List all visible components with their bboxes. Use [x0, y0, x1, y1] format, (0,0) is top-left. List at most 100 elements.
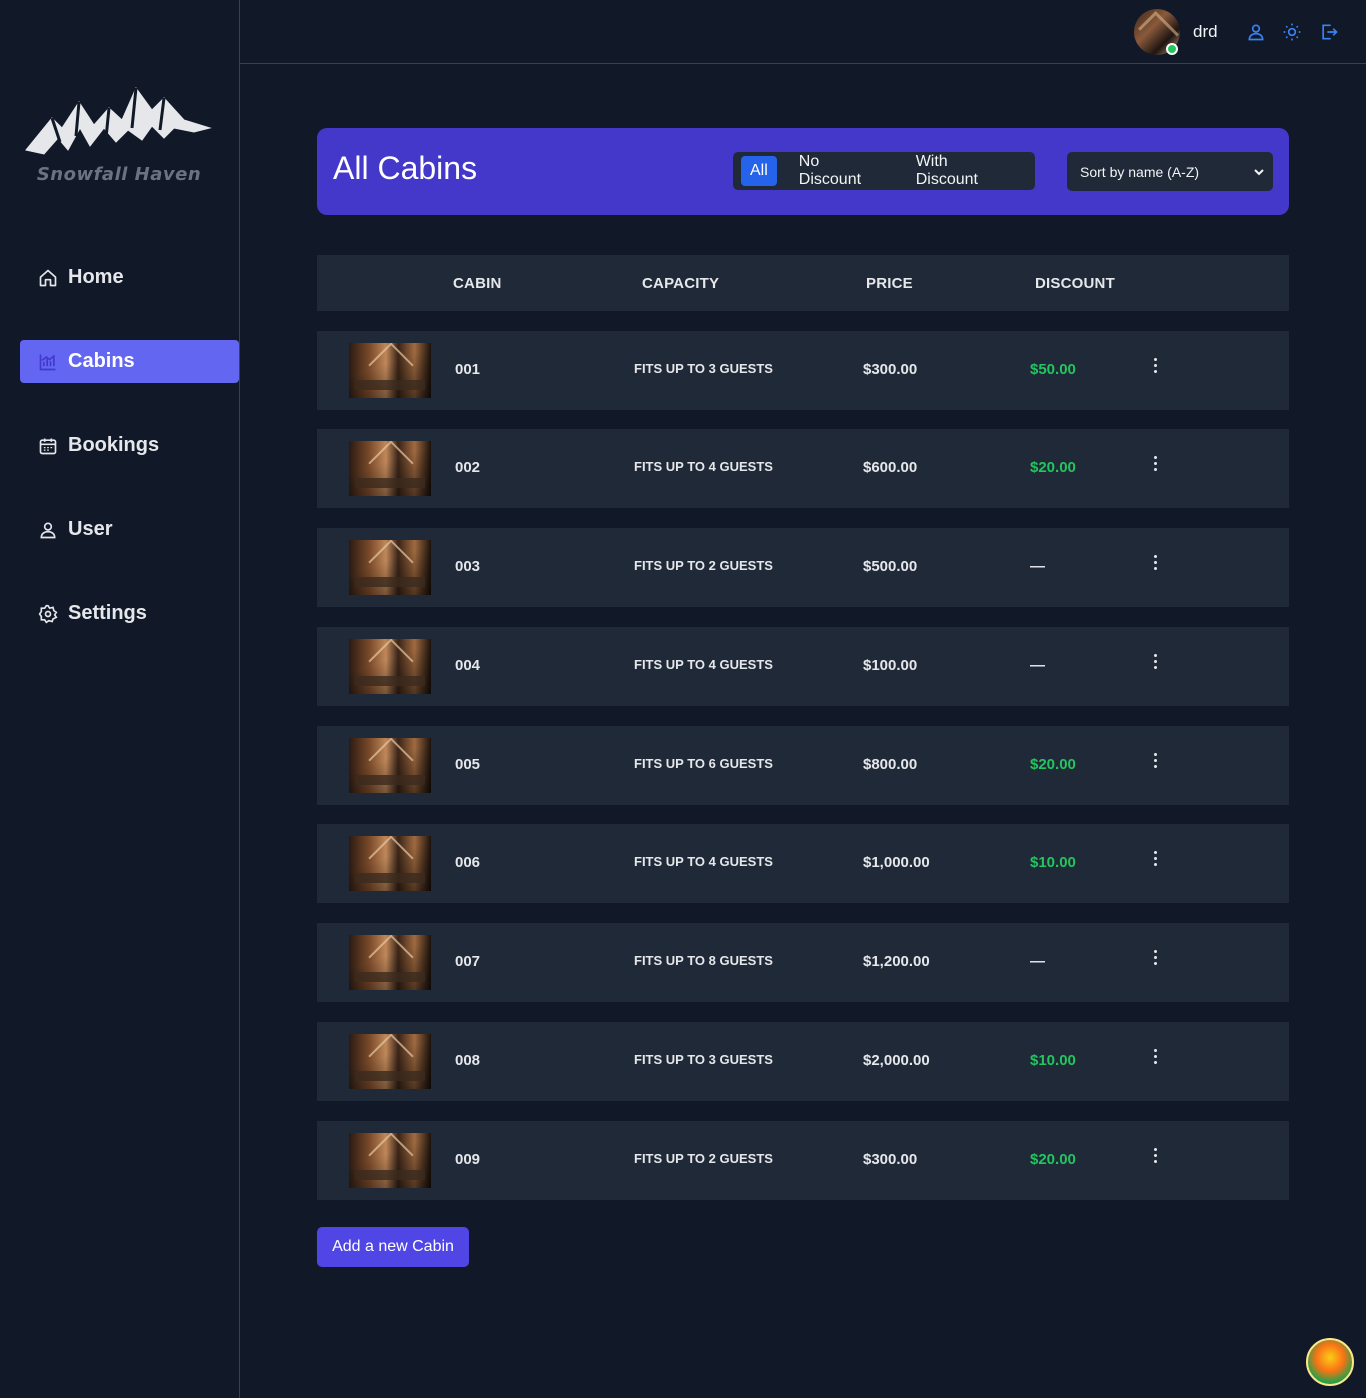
user-icon[interactable]: [1246, 22, 1266, 42]
avatar[interactable]: [1134, 9, 1180, 55]
cabin-name: 006: [455, 854, 481, 871]
floating-app-badge-icon[interactable]: [1306, 1338, 1354, 1386]
cabin-capacity: FITS UP TO 4 GUESTS: [634, 459, 773, 474]
column-header-discount[interactable]: DISCOUNT: [1035, 275, 1115, 292]
row-menu-icon[interactable]: [1152, 654, 1158, 674]
cabin-discount: —: [1030, 558, 1045, 575]
cabin-capacity: FITS UP TO 4 GUESTS: [634, 657, 773, 672]
table-row: 007 FITS UP TO 8 GUESTS $1,200.00 —: [317, 923, 1289, 1002]
cabin-name: 007: [455, 953, 481, 970]
filter-no-discount-button[interactable]: No Discount: [790, 153, 894, 188]
cabin-thumbnail: [349, 1133, 431, 1188]
cabin-thumbnail: [349, 639, 431, 694]
chevron-down-icon: [1253, 165, 1265, 177]
discount-filter: All No Discount With Discount: [733, 152, 1035, 190]
row-menu-icon[interactable]: [1152, 358, 1158, 378]
cabin-price: $1,200.00: [863, 953, 930, 970]
cabin-capacity: FITS UP TO 3 GUESTS: [634, 1052, 773, 1067]
row-menu-icon[interactable]: [1152, 950, 1158, 970]
cabin-thumbnail: [349, 1034, 431, 1089]
row-menu-icon[interactable]: [1152, 1049, 1158, 1069]
cabin-price: $800.00: [863, 756, 918, 773]
cabin-price: $100.00: [863, 657, 918, 674]
sidebar-item-label: Settings: [68, 602, 147, 624]
cabin-price: $500.00: [863, 558, 918, 575]
table-row: 009 FITS UP TO 2 GUESTS $300.00 $20.00: [317, 1121, 1289, 1200]
column-header-capacity[interactable]: CAPACITY: [642, 275, 719, 292]
cabin-discount: $10.00: [1030, 1052, 1076, 1069]
cabin-name: 008: [455, 1052, 481, 1069]
gear-icon: [38, 604, 58, 624]
cabin-discount: —: [1030, 953, 1045, 970]
cabin-discount: $20.00: [1030, 459, 1076, 476]
row-menu-icon[interactable]: [1152, 851, 1158, 871]
column-header-price[interactable]: PRICE: [866, 275, 913, 292]
table-header: CABIN CAPACITY PRICE DISCOUNT: [317, 255, 1289, 311]
cabin-thumbnail: [349, 935, 431, 990]
sort-select[interactable]: Sort by name (A-Z): [1067, 152, 1273, 191]
sidebar-item-label: Home: [68, 266, 124, 288]
sort-select-value: Sort by name (A-Z): [1080, 163, 1200, 180]
table-row: 006 FITS UP TO 4 GUESTS $1,000.00 $10.00: [317, 824, 1289, 903]
sun-icon[interactable]: [1282, 22, 1302, 42]
column-header-cabin[interactable]: CABIN: [453, 275, 502, 292]
cabin-thumbnail: [349, 343, 431, 398]
logout-icon[interactable]: [1319, 22, 1339, 42]
sidebar: Snowfall Haven Home Cabins Bookings User: [0, 0, 240, 1398]
row-menu-icon[interactable]: [1152, 456, 1158, 476]
sidebar-nav: Home Cabins Bookings User Settings: [20, 256, 239, 676]
cabin-name: 005: [455, 756, 481, 773]
brand-logo[interactable]: Snowfall Haven: [24, 80, 214, 190]
sidebar-item-user[interactable]: User: [20, 508, 239, 551]
sidebar-item-home[interactable]: Home: [20, 256, 239, 299]
calendar-icon: [38, 436, 58, 456]
cabin-thumbnail: [349, 540, 431, 595]
home-icon: [38, 268, 58, 288]
cabin-price: $600.00: [863, 459, 918, 476]
row-menu-icon[interactable]: [1152, 555, 1158, 575]
row-menu-icon[interactable]: [1152, 753, 1158, 773]
cabin-name: 004: [455, 657, 481, 674]
chart-icon: [38, 352, 58, 372]
sidebar-item-label: User: [68, 518, 113, 540]
cabin-capacity: FITS UP TO 3 GUESTS: [634, 361, 773, 376]
page-title: All Cabins: [333, 150, 478, 186]
cabin-price: $2,000.00: [863, 1052, 930, 1069]
username: drd: [1193, 22, 1218, 41]
cabin-capacity: FITS UP TO 2 GUESTS: [634, 1151, 773, 1166]
cabin-capacity: FITS UP TO 2 GUESTS: [634, 558, 773, 573]
sidebar-item-cabins[interactable]: Cabins: [20, 340, 239, 383]
table-row: 001 FITS UP TO 3 GUESTS $300.00 $50.00: [317, 331, 1289, 410]
cabin-capacity: FITS UP TO 6 GUESTS: [634, 756, 773, 771]
row-menu-icon[interactable]: [1152, 1148, 1158, 1168]
sidebar-item-label: Bookings: [68, 434, 160, 456]
sidebar-item-settings[interactable]: Settings: [20, 592, 239, 635]
cabin-thumbnail: [349, 738, 431, 793]
add-cabin-button[interactable]: Add a new Cabin: [317, 1227, 469, 1267]
cabin-discount: $10.00: [1030, 854, 1076, 871]
cabin-discount: $50.00: [1030, 361, 1076, 378]
table-row: 008 FITS UP TO 3 GUESTS $2,000.00 $10.00: [317, 1022, 1289, 1101]
cabin-capacity: FITS UP TO 8 GUESTS: [634, 953, 773, 968]
cabin-discount: $20.00: [1030, 1151, 1076, 1168]
filter-with-discount-button[interactable]: With Discount: [907, 153, 1022, 188]
user-icon: [38, 520, 58, 540]
table-row: 005 FITS UP TO 6 GUESTS $800.00 $20.00: [317, 726, 1289, 805]
cabin-discount: $20.00: [1030, 756, 1076, 773]
cabin-name: 009: [455, 1151, 481, 1168]
table-row: 004 FITS UP TO 4 GUESTS $100.00 —: [317, 627, 1289, 706]
cabin-price: $1,000.00: [863, 854, 930, 871]
brand-name: Snowfall Haven: [36, 164, 202, 185]
cabin-name: 002: [455, 459, 481, 476]
cabin-discount: —: [1030, 657, 1045, 674]
cabin-name: 001: [455, 361, 481, 378]
cabin-price: $300.00: [863, 361, 918, 378]
sidebar-item-bookings[interactable]: Bookings: [20, 424, 239, 467]
filter-all-button[interactable]: All: [741, 156, 777, 186]
cabin-thumbnail: [349, 441, 431, 496]
cabin-name: 003: [455, 558, 481, 575]
sidebar-item-label: Cabins: [68, 350, 135, 372]
top-header: drd: [240, 0, 1366, 64]
cabin-capacity: FITS UP TO 4 GUESTS: [634, 854, 773, 869]
table-row: 002 FITS UP TO 4 GUESTS $600.00 $20.00: [317, 429, 1289, 508]
